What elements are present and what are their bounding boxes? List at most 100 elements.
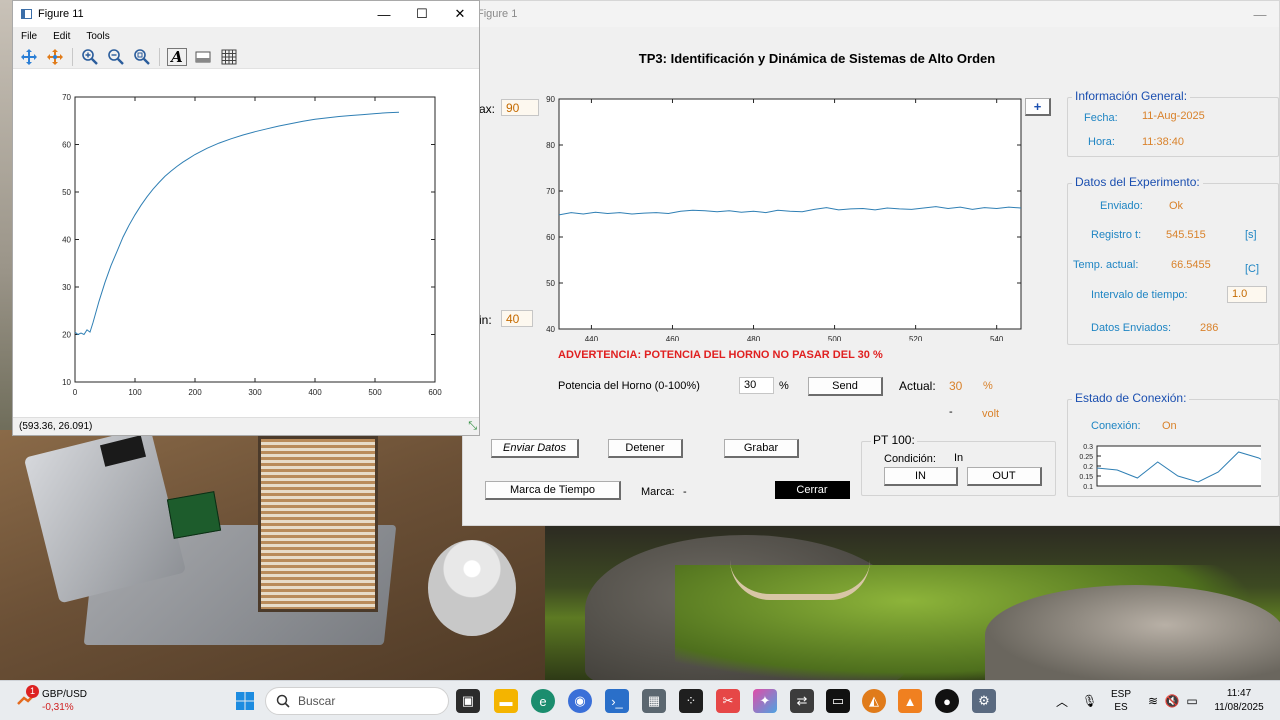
zoom-reset-icon[interactable]	[130, 46, 154, 68]
microphone-icon[interactable]: 🎙	[1082, 681, 1097, 720]
y-tick-label: 0.3	[1083, 444, 1093, 451]
transfer-icon[interactable]: ⇄	[790, 689, 814, 713]
figure11-titlebar[interactable]: Figure 11 — ☐ ✕	[13, 1, 479, 27]
add-plot-button[interactable]: +	[1025, 98, 1051, 116]
record-button[interactable]: Grabar	[724, 439, 799, 458]
conexion-label: Conexión:	[1091, 420, 1141, 432]
firefox-icon[interactable]: ◉	[568, 689, 592, 713]
close-button[interactable]: Cerrar	[775, 481, 850, 499]
wallpaper-bird-foot	[730, 560, 870, 600]
registro-label: Registro t:	[1091, 229, 1142, 241]
zoom-out-icon[interactable]	[104, 46, 128, 68]
send-button[interactable]: Send	[808, 377, 883, 396]
volume-mute-icon[interactable]: 🔇	[1164, 681, 1180, 720]
power-label: Potencia del Horno (0-100%)	[558, 380, 700, 392]
send-data-button[interactable]: Enviar Datos	[491, 439, 579, 458]
x-tick-label: 540	[990, 335, 1004, 341]
figure1-titlebar[interactable]: Figure 1 —	[463, 1, 1279, 27]
actual-unit: %	[983, 380, 993, 392]
ticker-symbol: GBP/USD	[42, 689, 88, 700]
x-tick-label: 600	[428, 388, 442, 397]
x-tick-label: 520	[909, 335, 923, 341]
x-tick-label: 0	[73, 388, 78, 397]
file-explorer-icon[interactable]: ▬	[494, 689, 518, 713]
info-general-panel	[1067, 97, 1279, 157]
toolbar-separator	[72, 47, 73, 66]
figure1-minimize-button[interactable]: —	[1241, 1, 1279, 27]
obs-icon[interactable]: ●	[935, 689, 959, 713]
powershell-icon[interactable]: ›_	[605, 689, 629, 713]
y-tick-label: 20	[62, 331, 71, 340]
text-insert-icon[interactable]: A	[165, 46, 189, 68]
copilot-icon[interactable]: ✦	[753, 689, 777, 713]
edge-browser-icon[interactable]: e	[531, 689, 555, 713]
temp-label: Temp. actual:	[1073, 259, 1139, 271]
step-response-chart: 0 100 200 300 400 500 600 10 20 30 40 50 60 70	[62, 93, 442, 397]
y-tick-label: 40	[546, 325, 555, 334]
power-warning: ADVERTENCIA: POTENCIA DEL HORNO NO PASAR…	[558, 349, 883, 361]
fecha-value: 11-Aug-2025	[1142, 110, 1205, 122]
figure11-menubar: File Edit Tools	[13, 27, 479, 45]
x-tick-label: 400	[308, 388, 322, 397]
pt100-out-button[interactable]: OUT	[967, 467, 1042, 486]
y-tick-label: 40	[62, 236, 71, 245]
pt100-in-button[interactable]: IN	[884, 467, 958, 486]
temp-unit: [C]	[1245, 263, 1260, 275]
battery-icon[interactable]: ▭	[1184, 681, 1200, 720]
hora-label: Hora:	[1088, 136, 1115, 148]
language-indicator[interactable]: ESP ES	[1106, 681, 1136, 720]
calculator-icon[interactable]: ▦	[642, 689, 666, 713]
menu-tools[interactable]: Tools	[86, 31, 109, 42]
stop-button[interactable]: Detener	[608, 439, 683, 458]
ticker-widget[interactable]: GBP/USD -0,31%	[42, 688, 87, 714]
ymin-input[interactable]: 40	[501, 310, 533, 327]
menu-edit[interactable]: Edit	[53, 31, 70, 42]
y-tick-label: 60	[62, 141, 71, 150]
pan-3d-icon[interactable]	[43, 46, 67, 68]
clock-date: 11/08/2025	[1214, 702, 1264, 713]
y-tick-label: 60	[546, 233, 555, 242]
resize-grip-icon[interactable]: ⤡	[468, 420, 477, 433]
y-tick-label: 0.2	[1083, 464, 1093, 471]
figure11-toolbar: A	[13, 45, 479, 69]
stock-widget-icon[interactable]: 1	[16, 685, 39, 710]
colorbar-icon[interactable]	[191, 46, 215, 68]
start-button[interactable]	[233, 689, 257, 713]
snipping-tool-icon[interactable]: ✂	[716, 689, 740, 713]
taskbar: 1 GBP/USD -0,31% Buscar ▣ ▬ e ◉ ›_ ▦ ⁘ ✂…	[0, 680, 1280, 720]
search-icon	[276, 694, 290, 708]
lang-bottom: ES	[1114, 702, 1128, 713]
zoom-in-icon[interactable]	[78, 46, 102, 68]
pan-icon[interactable]	[17, 46, 41, 68]
timestamp-button[interactable]: Marca de Tiempo	[485, 481, 621, 500]
search-placeholder: Buscar	[298, 694, 336, 708]
grid-icon[interactable]	[217, 46, 241, 68]
close-icon[interactable]: ✕	[441, 1, 479, 27]
taskbar-search[interactable]: Buscar	[265, 687, 449, 715]
tray-overflow-chevron-icon[interactable]: ︿	[1055, 681, 1069, 720]
settings-gear-icon[interactable]: ⚙	[972, 689, 996, 713]
vlc-icon[interactable]: ▲	[898, 689, 922, 713]
x-tick-label: 500	[368, 388, 382, 397]
task-view-icon[interactable]: ▣	[456, 689, 480, 713]
power-unit: %	[779, 380, 789, 392]
clock[interactable]: 11:47 11/08/2025	[1208, 681, 1270, 720]
x-tick-label: 100	[128, 388, 142, 397]
terminal-icon[interactable]: ▭	[826, 689, 850, 713]
y-tick-label: 70	[546, 187, 555, 196]
pt100-title: PT 100:	[871, 433, 917, 447]
temp-value: 66.5455	[1171, 259, 1211, 271]
intervalo-input[interactable]: 1.0	[1227, 286, 1267, 303]
connection-title: Estado de Conexión:	[1072, 391, 1190, 405]
matlab-icon[interactable]: ◭	[862, 689, 886, 713]
power-input[interactable]: 30	[739, 377, 774, 394]
marca-value: -	[683, 486, 687, 498]
menu-file[interactable]: File	[21, 31, 37, 42]
maximize-icon[interactable]: ☐	[403, 1, 441, 27]
wifi-icon[interactable]: ≋	[1145, 681, 1161, 720]
volt-label: volt	[982, 408, 1000, 420]
app-grid-icon[interactable]: ⁘	[679, 689, 703, 713]
y-tick-label: 70	[62, 93, 71, 102]
y-tick-label: 90	[546, 95, 555, 104]
minimize-icon[interactable]: —	[365, 1, 403, 27]
